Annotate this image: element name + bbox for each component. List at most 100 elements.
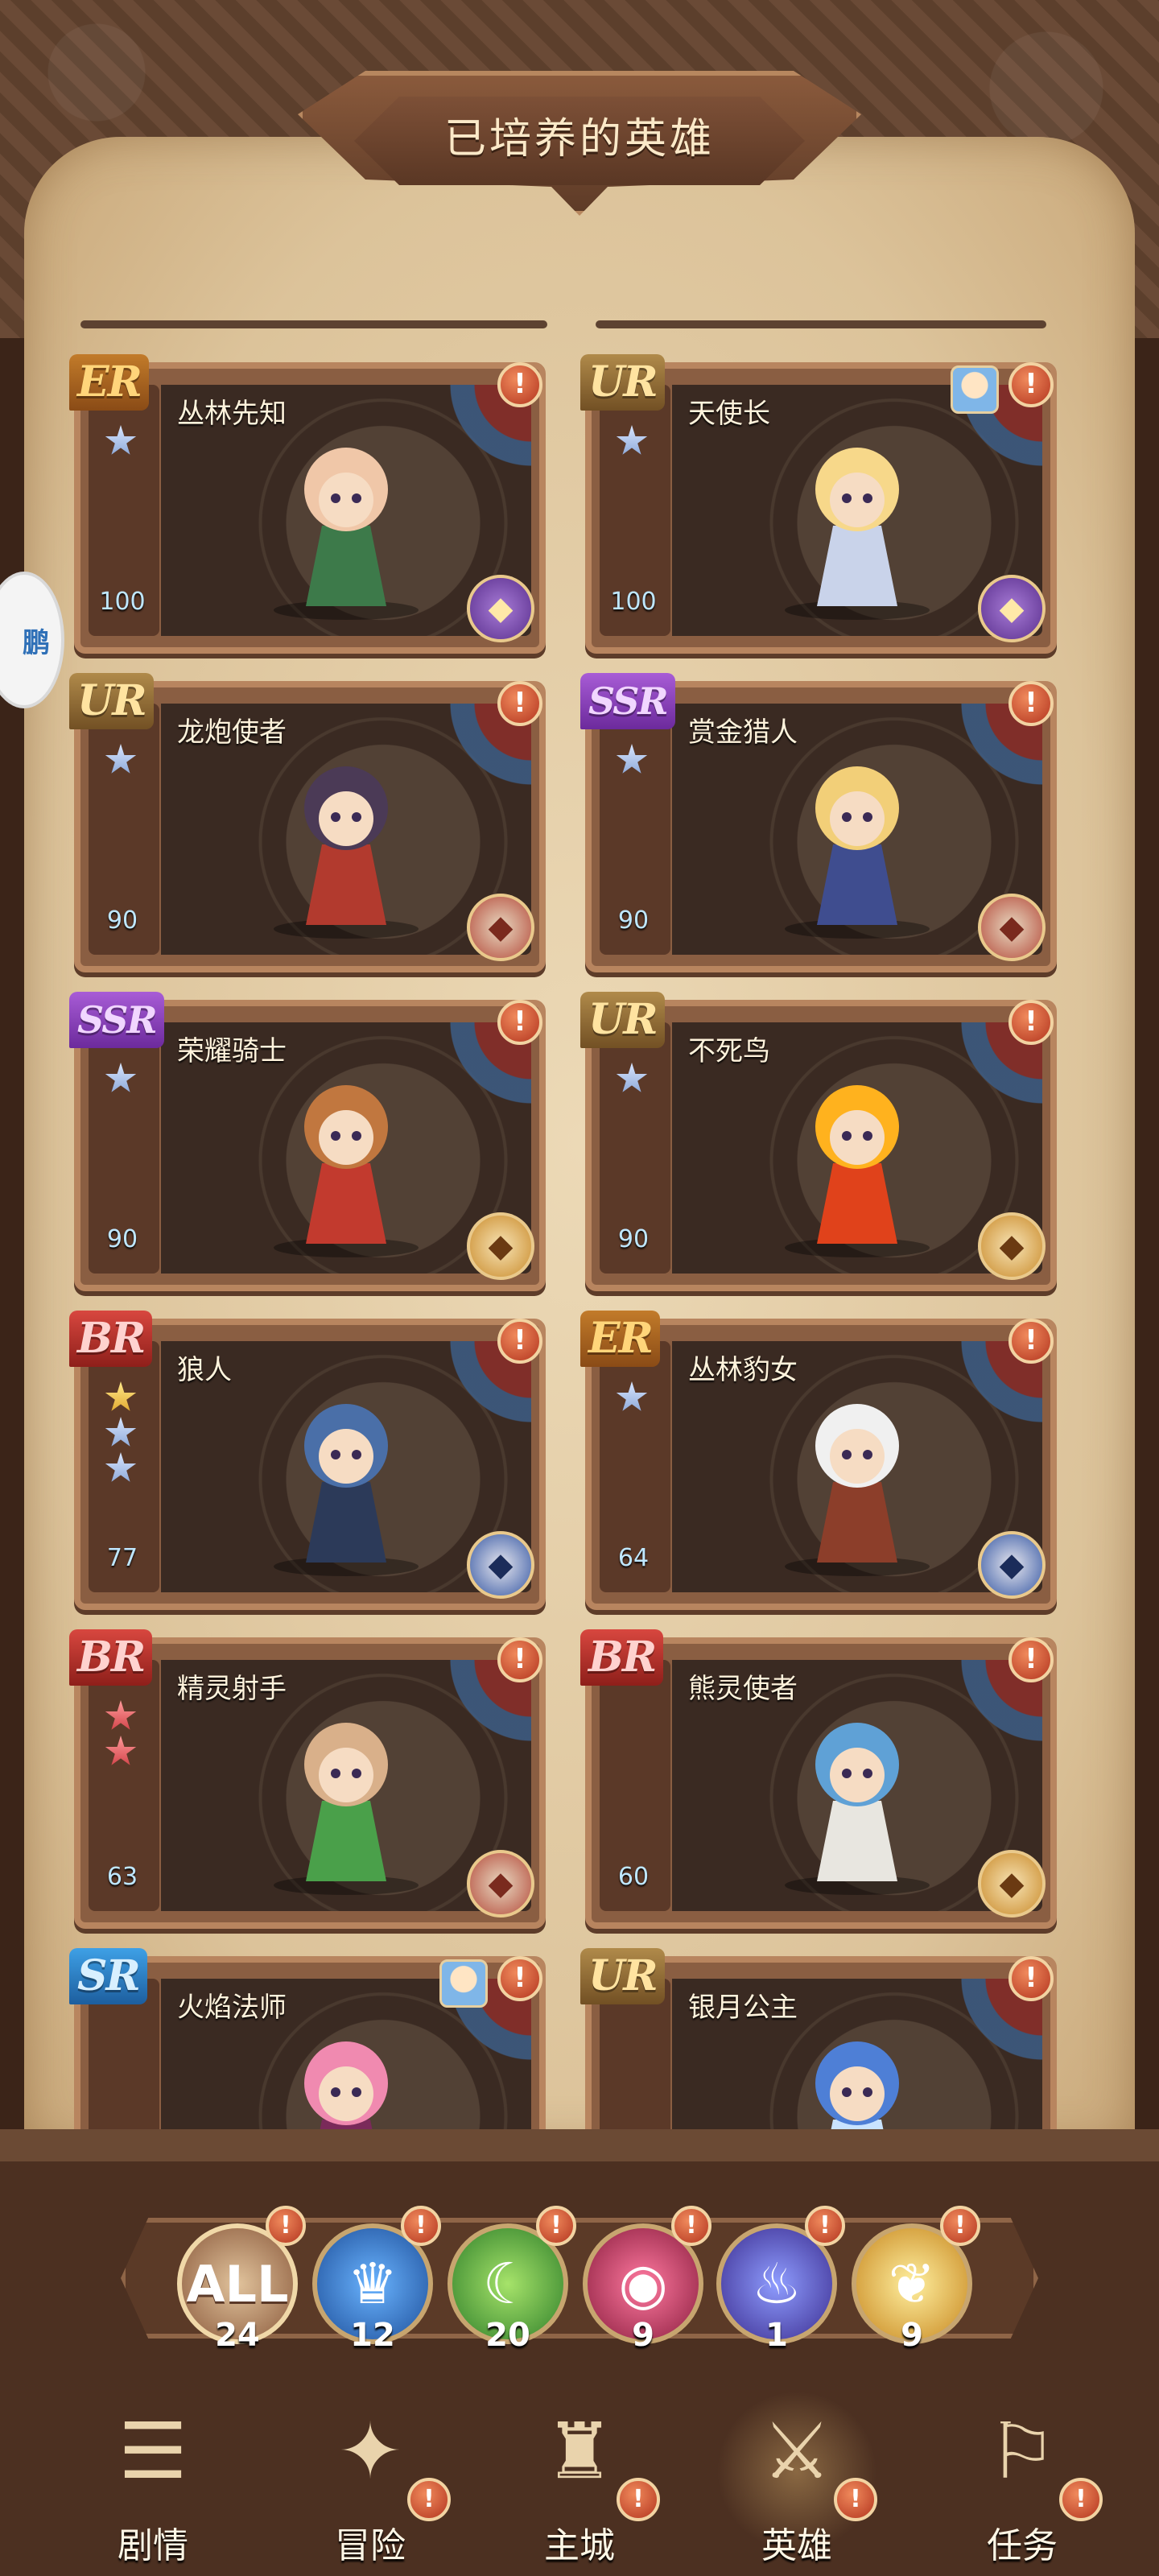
shield-emblem-icon: ✦ xyxy=(337,2406,403,2496)
hero-portrait xyxy=(274,448,419,620)
castle-icon: ♜ xyxy=(544,2406,615,2496)
alert-icon[interactable]: ! xyxy=(805,2206,845,2246)
alert-icon[interactable]: ! xyxy=(834,2478,877,2521)
alert-icon[interactable]: ! xyxy=(407,2478,451,2521)
alert-icon[interactable]: ! xyxy=(1008,1000,1054,1045)
alert-icon[interactable]: ! xyxy=(1008,1319,1054,1364)
alert-icon[interactable]: ! xyxy=(671,2206,711,2246)
hero-level: 90 xyxy=(106,1225,138,1253)
star-rating xyxy=(105,425,143,460)
alert-icon[interactable]: ! xyxy=(401,2206,441,2246)
hero-card[interactable]: 77 BR 狼人 ! ◆ xyxy=(69,1311,546,1610)
hero-name: 天使长 xyxy=(688,398,770,430)
hero-level: 100 xyxy=(610,588,657,616)
hero-portrait xyxy=(785,1085,930,1257)
nav-label: 剧情 xyxy=(118,2525,188,2566)
rarity-badge: UR xyxy=(580,354,665,411)
star-rating xyxy=(105,1381,143,1488)
alert-icon[interactable]: ! xyxy=(497,1000,542,1045)
alert-icon[interactable]: ! xyxy=(497,1956,542,2001)
nav-item-5[interactable]: ⚐ 任务! xyxy=(934,2383,1111,2576)
alert-icon[interactable]: ! xyxy=(497,681,542,726)
alert-icon[interactable]: ! xyxy=(1008,1637,1054,1682)
alert-icon[interactable]: ! xyxy=(536,2206,576,2246)
hero-portrait xyxy=(785,448,930,620)
alert-icon[interactable]: ! xyxy=(1008,362,1054,407)
hero-card[interactable]: 100 UR 天使长 ! ◆ xyxy=(580,354,1057,654)
mini-avatar-icon xyxy=(951,365,999,414)
class-icon: ◆ xyxy=(978,575,1046,642)
star-icon xyxy=(616,744,648,774)
nav-item-1[interactable]: ☰ 剧情 xyxy=(64,2383,241,2576)
helmet-icon: ⚔ xyxy=(761,2406,832,2496)
alert-icon[interactable]: ! xyxy=(1059,2478,1103,2521)
star-icon xyxy=(105,1063,137,1092)
class-icon: ◆ xyxy=(978,1212,1046,1280)
star-icon xyxy=(105,1417,137,1447)
star-rating xyxy=(105,744,143,779)
star-icon xyxy=(616,1063,648,1092)
filter-count: 12 xyxy=(350,2317,395,2354)
star-rating xyxy=(616,425,654,460)
nav-label: 英雄 xyxy=(761,2525,832,2566)
hero-level: 77 xyxy=(106,1544,138,1572)
alert-icon[interactable]: ! xyxy=(1008,681,1054,726)
star-icon xyxy=(105,1452,137,1482)
filter-count: 9 xyxy=(632,2317,654,2354)
hero-card[interactable]: 60 BR 熊灵使者 ! ◆ xyxy=(580,1629,1057,1929)
hero-portrait xyxy=(274,1723,419,1895)
hero-portrait xyxy=(304,2041,388,2129)
hero-grid: 100 ER 丛林先知 ! ◆ 100 UR 天使长 ! ◆ 90 UR 龙炮使… xyxy=(0,346,1159,2129)
alert-icon[interactable]: ! xyxy=(497,362,542,407)
hero-name: 丛林豹女 xyxy=(688,1354,798,1386)
alert-icon[interactable]: ! xyxy=(497,1637,542,1682)
eye-icon: ◉ xyxy=(618,2251,668,2317)
star-rating xyxy=(105,1700,143,1771)
class-icon: ◆ xyxy=(467,1212,534,1280)
star-rating xyxy=(616,744,654,779)
page-title: 已培养的英雄 xyxy=(443,115,715,163)
hero-name: 龙炮使者 xyxy=(177,716,287,749)
moon-icon: ☾ xyxy=(482,2251,534,2317)
class-icon: ◆ xyxy=(467,1850,534,1918)
rarity-badge: UR xyxy=(580,1948,665,2004)
divider xyxy=(80,320,547,328)
star-icon xyxy=(105,425,137,455)
alert-icon[interactable]: ! xyxy=(1008,1956,1054,2001)
hero-card[interactable]: 90 UR 不死鸟 ! ◆ xyxy=(580,992,1057,1291)
class-icon: ◆ xyxy=(467,575,534,642)
hero-name: 火焰法师 xyxy=(177,1992,287,2024)
hero-name: 狼人 xyxy=(177,1354,232,1386)
hero-card[interactable]: 90 SSR 荣耀骑士 ! ◆ xyxy=(69,992,546,1291)
nav-item-3[interactable]: ♜ 主城! xyxy=(491,2383,668,2576)
alert-icon[interactable]: ! xyxy=(617,2478,660,2521)
hero-card[interactable]: UR 银月公主 ! ◆ xyxy=(580,1948,1057,2129)
star-icon xyxy=(105,1700,137,1730)
hero-name: 熊灵使者 xyxy=(688,1673,798,1705)
hero-card[interactable]: 63 BR 精灵射手 ! ◆ xyxy=(69,1629,546,1929)
nav-item-4[interactable]: ⚔ 英雄! xyxy=(708,2383,885,2576)
alert-icon[interactable]: ! xyxy=(940,2206,980,2246)
hero-name: 不死鸟 xyxy=(688,1035,770,1067)
rarity-badge: BR xyxy=(580,1629,664,1686)
class-icon: ◆ xyxy=(467,1531,534,1599)
hero-card[interactable]: SR 火焰法师 ! ◆ xyxy=(69,1948,546,2129)
hero-card[interactable]: 64 ER 丛林豹女 ! ◆ xyxy=(580,1311,1057,1610)
alert-icon[interactable]: ! xyxy=(266,2206,306,2246)
hero-card[interactable]: 100 ER 丛林先知 ! ◆ xyxy=(69,354,546,654)
crown-icon: ♛ xyxy=(347,2251,398,2317)
divider xyxy=(596,320,1046,328)
hero-level: 64 xyxy=(617,1544,650,1572)
hero-portrait xyxy=(274,1085,419,1257)
filter-count: 1 xyxy=(765,2317,788,2354)
scroll-book-icon: ☰ xyxy=(118,2406,188,2496)
hero-card[interactable]: 90 SSR 赏金猎人 ! ◆ xyxy=(580,673,1057,972)
alert-icon[interactable]: ! xyxy=(497,1319,542,1364)
nav-item-2[interactable]: ✦ 冒险! xyxy=(282,2383,459,2576)
hero-card[interactable]: 90 UR 龙炮使者 ! ◆ xyxy=(69,673,546,972)
rarity-badge: BR xyxy=(69,1629,153,1686)
star-icon xyxy=(616,1381,648,1411)
wings-icon: ❦ xyxy=(888,2251,936,2317)
hero-name: 银月公主 xyxy=(688,1992,798,2024)
hero-level: 90 xyxy=(106,906,138,935)
